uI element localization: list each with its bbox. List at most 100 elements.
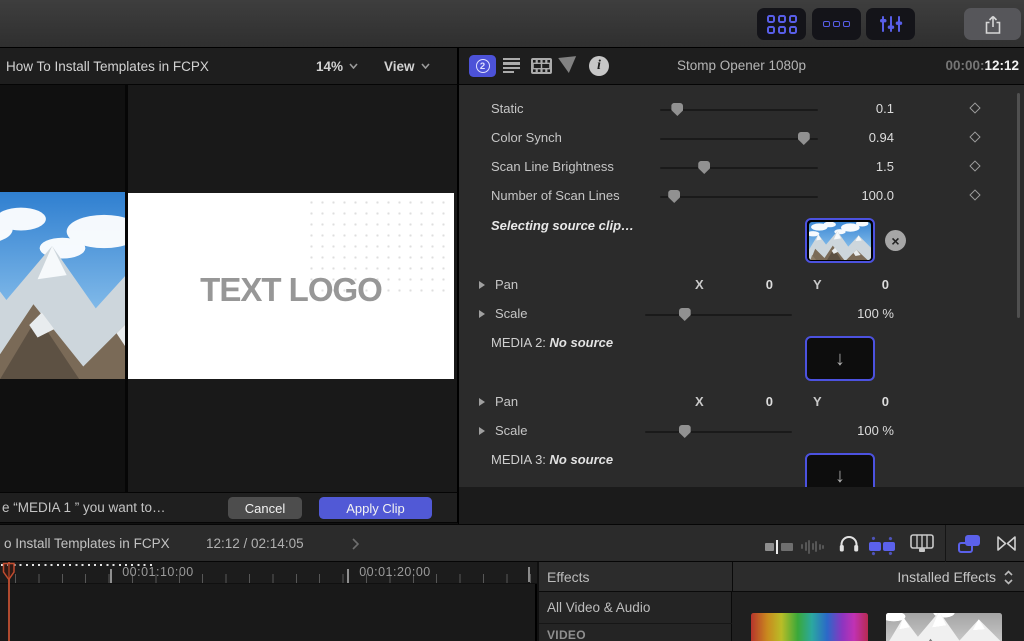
keyframe-icon[interactable]	[969, 102, 980, 113]
audio-skimming-icon[interactable]	[801, 538, 824, 555]
timeline-project-name[interactable]: o Install Templates in FCPX	[4, 536, 170, 551]
disclosure-triangle-icon[interactable]	[479, 398, 485, 406]
range-selection-dots	[1, 564, 153, 566]
inspector-scrollbar[interactable]	[1017, 93, 1020, 318]
parameter-value[interactable]: 0.1	[789, 101, 894, 116]
keyframe-icon[interactable]	[969, 131, 980, 142]
slider-thumb[interactable]	[679, 308, 691, 321]
sidebar-item-all-video-audio[interactable]: All Video & Audio	[547, 600, 650, 615]
effects-browser-icon[interactable]	[958, 535, 982, 553]
inspector-footer-gap	[458, 487, 1024, 524]
viewer-title-bar: How To Install Templates in FCPX 14% Vie…	[0, 48, 458, 85]
disclosure-triangle-icon[interactable]	[479, 281, 485, 289]
apply-clip-button[interactable]: Apply Clip	[319, 497, 432, 519]
toolbar-divider	[945, 525, 946, 563]
inspector-clip-title: Stomp Opener 1080p	[459, 58, 1024, 73]
parameter-row-clipped: Waviness 10.0	[459, 85, 1024, 92]
x-axis-label: X	[695, 394, 704, 409]
playhead-marker[interactable]	[2, 562, 16, 582]
pan-x-value[interactable]: 0	[725, 394, 773, 409]
scale-row: Scale 100 %	[459, 304, 1024, 326]
keyframe-icon[interactable]	[969, 160, 980, 171]
pan-y-value[interactable]: 0	[841, 277, 889, 292]
scale-value[interactable]: 100 %	[814, 423, 894, 438]
effects-sidebar: All Video & Audio VIDEO	[539, 592, 732, 641]
timeline-index-button[interactable]	[812, 8, 861, 40]
installed-effects-filter[interactable]: Installed Effects	[897, 569, 996, 585]
cancel-button[interactable]: Cancel	[228, 497, 302, 519]
ruler-major-tick	[347, 569, 349, 583]
timeline-scrollbar[interactable]	[528, 567, 530, 582]
chevron-right-icon[interactable]	[352, 538, 360, 550]
slider-thumb[interactable]	[698, 161, 710, 174]
timeline-ruler[interactable]: 00:01:10:00 00:01:20:00	[0, 562, 537, 584]
video-frame[interactable]: TEXT LOGO	[128, 193, 454, 379]
y-axis-label: Y	[813, 277, 822, 292]
scale-label: Scale	[495, 306, 528, 321]
inspector-toggle-button[interactable]	[866, 8, 915, 40]
inspector-sliders-icon	[879, 14, 903, 34]
media2-label: MEDIA 2: No source	[491, 335, 613, 350]
slider-track[interactable]	[645, 314, 792, 316]
slider-track[interactable]	[645, 431, 792, 433]
media3-drop-well[interactable]: ↓	[805, 453, 875, 487]
pan-label: Pan	[495, 277, 518, 292]
timeline-index-icon	[823, 21, 851, 28]
effect-thumbnail-bw[interactable]	[886, 613, 1002, 641]
effects-header: Effects Installed Effects	[539, 562, 1024, 592]
parameter-row-color-synch: Color Synch 0.94	[459, 128, 1024, 150]
slider-thumb[interactable]	[679, 425, 691, 438]
share-icon	[983, 14, 1003, 35]
selecting-source-row: Selecting source clip…	[459, 216, 1024, 238]
media1-source-well[interactable]	[805, 218, 875, 263]
slider-thumb[interactable]	[671, 103, 683, 116]
viewer-project-title: How To Install Templates in FCPX	[6, 59, 209, 74]
browser-view-button[interactable]	[757, 8, 806, 40]
ruler-label: 00:01:20:00	[359, 565, 431, 579]
parameter-label: Waviness	[491, 85, 547, 87]
solo-headphones-icon[interactable]	[838, 534, 860, 553]
media3-row: MEDIA 3: No source	[459, 450, 1024, 472]
y-axis-label: Y	[813, 394, 822, 409]
media2-drop-well[interactable]: ↓	[805, 336, 875, 381]
media3-label: MEDIA 3: No source	[491, 452, 613, 467]
snapping-icon[interactable]	[867, 537, 897, 555]
trim-icon[interactable]	[765, 540, 793, 554]
pan-x-value[interactable]: 0	[725, 277, 773, 292]
parameter-row-number-of-scan-lines: Number of Scan Lines 100.0	[459, 186, 1024, 208]
transitions-browser-icon[interactable]	[996, 535, 1017, 552]
parameter-value[interactable]: 100.0	[789, 188, 894, 203]
disclosure-triangle-icon[interactable]	[479, 310, 485, 318]
viewer-canvas-area: TEXT LOGO	[0, 85, 458, 492]
view-menu[interactable]: View	[384, 59, 430, 74]
close-icon: ×	[891, 233, 899, 249]
media1-thumbnail	[809, 222, 871, 260]
pan-row: Pan X 0 Y 0	[459, 275, 1024, 297]
inspector-timecode: 00:00:12:12	[945, 58, 1019, 73]
keyframe-icon[interactable]	[969, 189, 980, 200]
sidebar-separator	[539, 623, 732, 624]
chevron-down-icon	[349, 63, 358, 69]
ruler-major-tick	[110, 569, 112, 583]
clear-source-button[interactable]: ×	[885, 230, 906, 251]
pan-row: Pan X 0 Y 0	[459, 392, 1024, 414]
effect-thumbnail-color[interactable]	[751, 613, 868, 641]
slider-thumb[interactable]	[668, 190, 680, 203]
timeline-timecode: 12:12 / 02:14:05	[206, 536, 304, 551]
fcpx-window: How To Install Templates in FCPX 14% Vie…	[0, 0, 1024, 641]
pan-label: Pan	[495, 394, 518, 409]
disclosure-triangle-icon[interactable]	[479, 427, 485, 435]
up-down-chevron-icon[interactable]	[1003, 570, 1014, 585]
parameter-label: Scan Line Brightness	[491, 159, 614, 174]
zoom-level-menu[interactable]: 14%	[316, 59, 358, 74]
pan-y-value[interactable]: 0	[841, 394, 889, 409]
ruler-ticks	[0, 574, 537, 583]
browser-clip-filmstrip[interactable]	[0, 192, 125, 379]
parameter-value[interactable]: 0.94	[789, 130, 894, 145]
parameter-value[interactable]: 1.5	[789, 159, 894, 174]
scale-value[interactable]: 100 %	[814, 306, 894, 321]
x-axis-label: X	[695, 277, 704, 292]
timeline-area: 00:01:10:00 00:01:20:00	[0, 562, 537, 641]
share-button[interactable]	[964, 8, 1021, 40]
clip-appearance-icon[interactable]	[910, 534, 934, 553]
